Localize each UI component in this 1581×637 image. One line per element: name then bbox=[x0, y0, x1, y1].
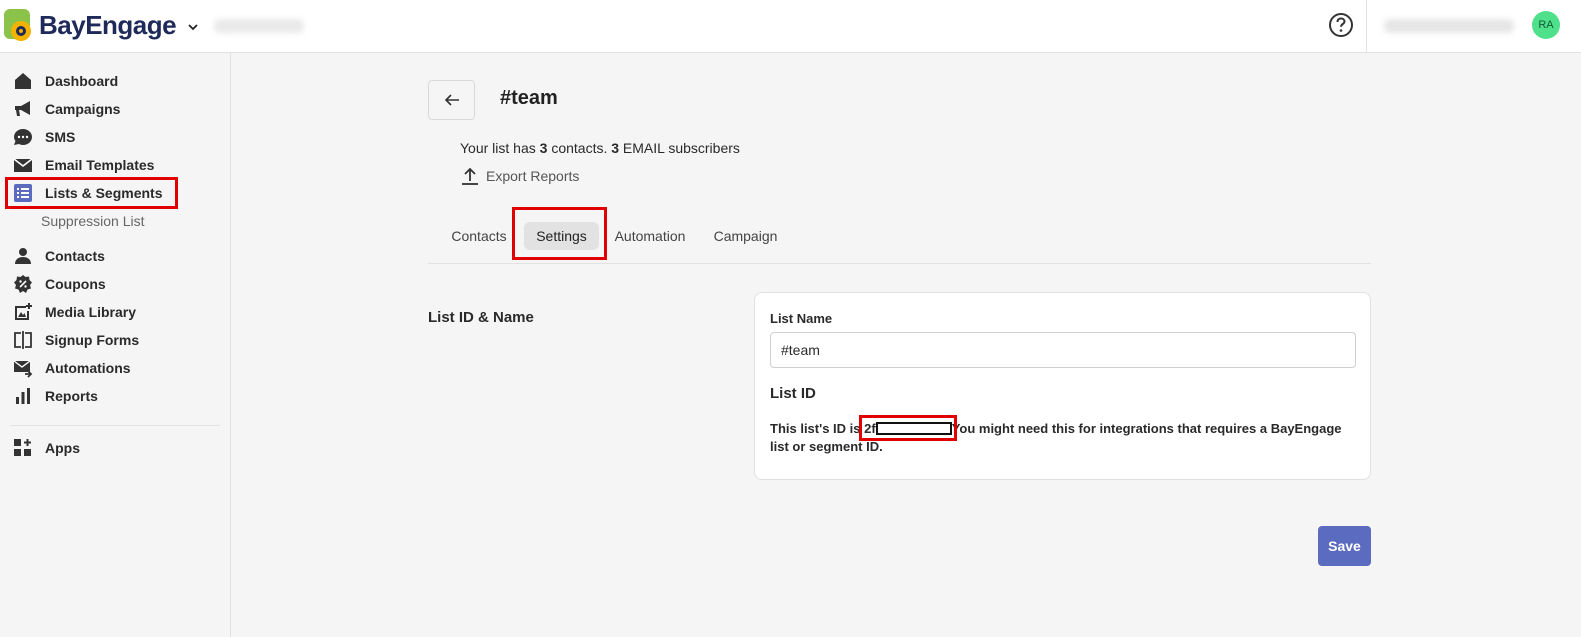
avatar[interactable]: RA bbox=[1532, 11, 1560, 39]
sidebar-item-label: Campaigns bbox=[45, 101, 121, 117]
tab-campaign[interactable]: Campaign bbox=[708, 222, 783, 250]
coupon-icon bbox=[12, 273, 34, 295]
sidebar-item-label: Apps bbox=[45, 440, 80, 456]
highlight-settings-tab bbox=[512, 207, 607, 260]
account-name-redacted[interactable] bbox=[214, 19, 304, 33]
chevron-down-icon[interactable] bbox=[186, 20, 200, 34]
help-icon[interactable] bbox=[1328, 12, 1354, 38]
sidebar: Dashboard Campaigns SMS Email Templates … bbox=[0, 53, 231, 637]
page-title: #team bbox=[500, 87, 558, 109]
tab-contacts[interactable]: Contacts bbox=[444, 222, 514, 250]
tab-automation[interactable]: Automation bbox=[609, 222, 691, 250]
sidebar-item-campaigns[interactable]: Campaigns bbox=[0, 96, 231, 122]
export-reports-link[interactable]: Export Reports bbox=[460, 166, 579, 186]
sidebar-item-signup-forms[interactable]: Signup Forms bbox=[0, 327, 231, 353]
sidebar-item-sms[interactable]: SMS bbox=[0, 124, 231, 150]
automation-icon bbox=[12, 357, 34, 379]
person-icon bbox=[12, 245, 34, 267]
upload-icon bbox=[462, 167, 478, 185]
sidebar-item-coupons[interactable]: Coupons bbox=[0, 271, 231, 297]
image-add-icon bbox=[12, 301, 34, 323]
subscribers-count: 3 bbox=[611, 140, 620, 156]
sidebar-item-label: Dashboard bbox=[45, 73, 119, 89]
list-name-label: List Name bbox=[770, 311, 833, 326]
megaphone-icon bbox=[12, 98, 34, 120]
sidebar-item-label: Coupons bbox=[45, 276, 106, 292]
top-bar: BayEngage RA bbox=[0, 0, 1581, 53]
sidebar-item-label: Email Templates bbox=[45, 157, 155, 173]
sidebar-item-label: SMS bbox=[45, 129, 76, 145]
save-button[interactable]: Save bbox=[1318, 526, 1371, 566]
sidebar-divider bbox=[10, 425, 220, 426]
sidebar-item-label: Contacts bbox=[45, 248, 105, 264]
apps-icon bbox=[12, 437, 34, 459]
envelope-icon bbox=[12, 154, 34, 176]
list-id-description: This list's ID is 2f You might need this … bbox=[770, 421, 1342, 454]
divider bbox=[1366, 0, 1367, 53]
user-name-redacted[interactable] bbox=[1384, 19, 1514, 33]
bar-chart-icon bbox=[12, 385, 34, 407]
sidebar-item-label: Automations bbox=[45, 360, 131, 376]
sidebar-item-email-templates[interactable]: Email Templates bbox=[0, 152, 231, 178]
bayengage-logo-icon[interactable] bbox=[4, 9, 34, 43]
sidebar-item-label: Signup Forms bbox=[45, 332, 140, 348]
sidebar-item-reports[interactable]: Reports bbox=[0, 383, 231, 409]
highlight-list-id bbox=[859, 415, 957, 441]
sidebar-item-contacts[interactable]: Contacts bbox=[0, 243, 231, 269]
sidebar-item-label: Reports bbox=[45, 388, 98, 404]
list-settings-card: List Name List ID This list's ID is 2fYo… bbox=[754, 292, 1371, 480]
form-icon bbox=[12, 329, 34, 351]
highlight-lists-segments bbox=[5, 177, 178, 209]
list-id-heading: List ID bbox=[770, 385, 816, 402]
section-title: List ID & Name bbox=[428, 309, 534, 326]
sidebar-item-suppression-list[interactable]: Suppression List bbox=[41, 213, 145, 229]
sidebar-item-label: Media Library bbox=[45, 304, 137, 320]
chat-icon bbox=[12, 126, 34, 148]
sidebar-item-automations[interactable]: Automations bbox=[0, 355, 231, 381]
arrow-left-icon bbox=[444, 94, 459, 106]
export-reports-label: Export Reports bbox=[486, 168, 580, 184]
back-button[interactable] bbox=[428, 80, 475, 120]
sidebar-item-dashboard[interactable]: Dashboard bbox=[0, 68, 231, 94]
home-icon bbox=[12, 70, 34, 92]
sidebar-item-media-library[interactable]: Media Library bbox=[0, 299, 231, 325]
list-summary: Your list has 3 contacts. 3 EMAIL subscr… bbox=[460, 140, 740, 156]
list-name-input[interactable] bbox=[770, 332, 1356, 368]
sidebar-item-apps[interactable]: Apps bbox=[0, 435, 231, 461]
brand-name[interactable]: BayEngage bbox=[39, 10, 177, 41]
